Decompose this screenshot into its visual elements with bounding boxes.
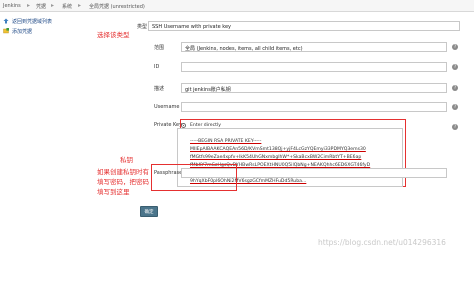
annotation-passphrase-line1: 如果创建私钥时有 — [97, 168, 149, 176]
breadcrumb-jenkins[interactable]: Jenkins — [3, 3, 21, 9]
kind-select[interactable]: SSH Username with private key — [148, 21, 460, 31]
breadcrumb-global-credentials[interactable]: 全局凭据 (unrestricted) — [89, 3, 145, 10]
scope-select[interactable]: 全局 (Jenkins, nodes, items, all child ite… — [181, 42, 447, 52]
help-icon[interactable]: ? — [452, 104, 458, 110]
kind-label: 类型 — [137, 24, 148, 30]
annotation-select-type: 选择该类型 — [97, 31, 130, 39]
key-line: -----BEGIN RSA PRIVATE KEY----- — [190, 139, 262, 144]
breadcrumb: Jenkins ▸ 凭据 ▸ 系统 ▸ 全局凭据 (unrestricted) — [0, 0, 474, 12]
sidebar-item-label: 添加凭据 — [12, 29, 33, 35]
help-icon[interactable]: ? — [452, 85, 458, 91]
watermark: https://blog.csdn.net/u014296316 — [318, 238, 446, 247]
sidebar-item-label: 返回到凭据域列表 — [12, 19, 53, 25]
scope-value: 全局 (Jenkins, nodes, items, all child ite… — [185, 46, 303, 52]
key-line: MIIEpAIBAAKCAQEAn56D/KVmSmt138Qj+yjF4LcG… — [190, 147, 366, 152]
add-credential-icon — [3, 28, 9, 34]
ok-button[interactable]: 确定 — [140, 206, 158, 217]
breadcrumb-separator: ▸ — [27, 2, 31, 9]
passphrase-highlight — [151, 164, 237, 191]
annotation-passphrase-line3: 填写到这里 — [97, 188, 130, 196]
breadcrumb-separator: ▸ — [51, 2, 55, 9]
breadcrumb-separator: ▸ — [78, 2, 82, 9]
annotation-private-key: 私钥 — [120, 156, 133, 164]
help-icon[interactable]: ? — [452, 64, 458, 70]
kind-value: SSH Username with private key — [152, 24, 231, 30]
username-field[interactable] — [181, 102, 447, 112]
description-label: 描述 — [154, 86, 165, 92]
arrow-up-icon — [3, 18, 9, 24]
sidebar-item-add-credentials[interactable]: 添加凭据 — [3, 27, 63, 35]
id-field[interactable] — [181, 62, 447, 72]
username-label: Username — [154, 104, 180, 110]
breadcrumb-system[interactable]: 系统 — [62, 3, 72, 10]
key-line: fMGtfs99eZae4xpfv+lkK54UhGNxmbglhW*+SkaB… — [190, 155, 362, 160]
description-field[interactable]: git jenkins账户私钥 — [181, 83, 447, 93]
breadcrumb-credentials[interactable]: 凭据 — [36, 3, 46, 10]
help-icon[interactable]: ? — [452, 124, 458, 130]
scope-label: 范围 — [154, 45, 165, 51]
help-icon[interactable]: ? — [452, 44, 458, 50]
id-label: ID — [154, 64, 160, 70]
annotation-passphrase-line2: 填写密码，把密码 — [97, 178, 149, 186]
sidebar-item-back-to-domains[interactable]: 返回到凭据域列表 — [3, 17, 93, 25]
description-value: git jenkins账户私钥 — [185, 87, 231, 93]
